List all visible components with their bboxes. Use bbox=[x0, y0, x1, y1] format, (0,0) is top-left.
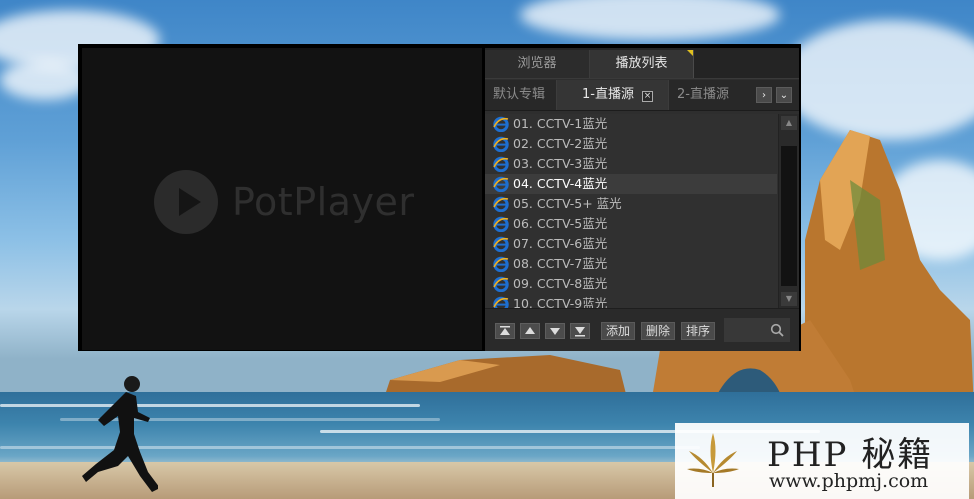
move-down-icon bbox=[550, 328, 560, 335]
ie-icon bbox=[493, 136, 509, 152]
ie-icon bbox=[493, 196, 509, 212]
search-icon[interactable] bbox=[770, 323, 784, 337]
playlist-item[interactable]: 06. CCTV-5蓝光 bbox=[485, 214, 777, 234]
tab-browser[interactable]: 浏览器 bbox=[485, 50, 590, 78]
playlist-item[interactable]: 08. CCTV-7蓝光 bbox=[485, 254, 777, 274]
ie-icon bbox=[493, 276, 509, 292]
playlist-item-label: 10. CCTV-9蓝光 bbox=[513, 296, 608, 308]
ie-icon bbox=[493, 216, 509, 232]
move-bottom-icon bbox=[575, 327, 585, 337]
video-area[interactable]: PotPlayer bbox=[82, 48, 482, 350]
play-logo-icon bbox=[154, 170, 218, 234]
playlist-item-label: 08. CCTV-7蓝光 bbox=[513, 256, 608, 271]
playlist-item-label: 04. CCTV-4蓝光 bbox=[513, 176, 608, 191]
add-button[interactable]: 添加 bbox=[601, 322, 635, 340]
tab-menu-button[interactable]: ⌄ bbox=[776, 87, 792, 103]
move-top-icon bbox=[500, 326, 510, 335]
playlist-item[interactable]: 05. CCTV-5+ 蓝光 bbox=[485, 194, 777, 214]
runner-silhouette bbox=[82, 376, 158, 492]
delete-button[interactable]: 删除 bbox=[641, 322, 675, 340]
cloud bbox=[0, 60, 90, 100]
playlist-item-label: 01. CCTV-1蓝光 bbox=[513, 116, 608, 131]
playlist-item-label: 02. CCTV-2蓝光 bbox=[513, 136, 608, 151]
sort-button[interactable]: 排序 bbox=[681, 322, 715, 340]
playlist-item[interactable]: 09. CCTV-8蓝光 bbox=[485, 274, 777, 294]
move-down-button[interactable] bbox=[545, 323, 565, 339]
site-watermark: PHP 秘籍 www.phpmj.com bbox=[675, 423, 969, 499]
scroll-down-icon[interactable]: ▼ bbox=[781, 292, 797, 306]
ie-icon bbox=[493, 256, 509, 272]
move-up-icon bbox=[525, 327, 535, 334]
watermark-title: PHP 秘籍 bbox=[767, 435, 934, 475]
wave bbox=[0, 404, 420, 407]
tab-live-source-2[interactable]: 2-直播源 bbox=[669, 80, 755, 110]
cloud bbox=[520, 0, 780, 40]
close-tab-icon[interactable]: × bbox=[642, 91, 653, 102]
playlist-item[interactable]: 10. CCTV-9蓝光 bbox=[485, 294, 777, 308]
logo-text: PotPlayer bbox=[232, 180, 415, 224]
playlist-item-label: 05. CCTV-5+ 蓝光 bbox=[513, 196, 622, 211]
potplayer-window: PotPlayer 浏览器 播放列表 默认专辑 1-直播源 × 2-直播源 › … bbox=[78, 44, 801, 351]
next-tab-button[interactable]: › bbox=[756, 87, 772, 103]
ie-icon bbox=[493, 176, 509, 192]
playlist-item[interactable]: 07. CCTV-6蓝光 bbox=[485, 234, 777, 254]
playlist-item-label: 09. CCTV-8蓝光 bbox=[513, 276, 608, 291]
ie-icon bbox=[493, 296, 509, 308]
potplayer-logo: PotPlayer bbox=[154, 170, 414, 234]
ie-icon bbox=[493, 116, 509, 132]
playlist-item-label: 07. CCTV-6蓝光 bbox=[513, 236, 608, 251]
search-input[interactable] bbox=[723, 317, 791, 343]
playlist-item-label: 03. CCTV-3蓝光 bbox=[513, 156, 608, 171]
scroll-thumb[interactable] bbox=[781, 146, 797, 286]
move-up-button[interactable] bbox=[520, 323, 540, 339]
playlist-scrollbar[interactable]: ▲ ▼ bbox=[778, 114, 799, 308]
tab-default-album[interactable]: 默认专辑 bbox=[485, 80, 557, 110]
playlist-toolbar: 添加 删除 排序 bbox=[485, 308, 799, 351]
playlist-item[interactable]: 03. CCTV-3蓝光 bbox=[485, 154, 777, 174]
playlist-panel: 浏览器 播放列表 默认专辑 1-直播源 × 2-直播源 › ⌄ 01. CCTV… bbox=[485, 48, 799, 351]
scroll-up-icon[interactable]: ▲ bbox=[781, 116, 797, 130]
album-tab-bar: 默认专辑 1-直播源 × 2-直播源 › ⌄ bbox=[485, 80, 799, 111]
ie-icon bbox=[493, 236, 509, 252]
tab-playlist[interactable]: 播放列表 bbox=[590, 50, 694, 78]
playlist-item[interactable]: 01. CCTV-1蓝光 bbox=[485, 114, 777, 134]
playlist-list: 01. CCTV-1蓝光 02. CCTV-2蓝光 03. CCTV-3蓝光 04. … bbox=[485, 114, 799, 308]
leaf-logo-icon bbox=[687, 433, 739, 487]
playlist-item[interactable]: 04. CCTV-4蓝光 bbox=[485, 174, 777, 194]
move-top-button[interactable] bbox=[495, 323, 515, 339]
playlist-item-label: 06. CCTV-5蓝光 bbox=[513, 216, 608, 231]
watermark-url: www.phpmj.com bbox=[769, 470, 929, 492]
ie-icon bbox=[493, 156, 509, 172]
playlist-item[interactable]: 02. CCTV-2蓝光 bbox=[485, 134, 777, 154]
top-tab-bar: 浏览器 播放列表 bbox=[485, 48, 799, 79]
move-bottom-button[interactable] bbox=[570, 323, 590, 339]
